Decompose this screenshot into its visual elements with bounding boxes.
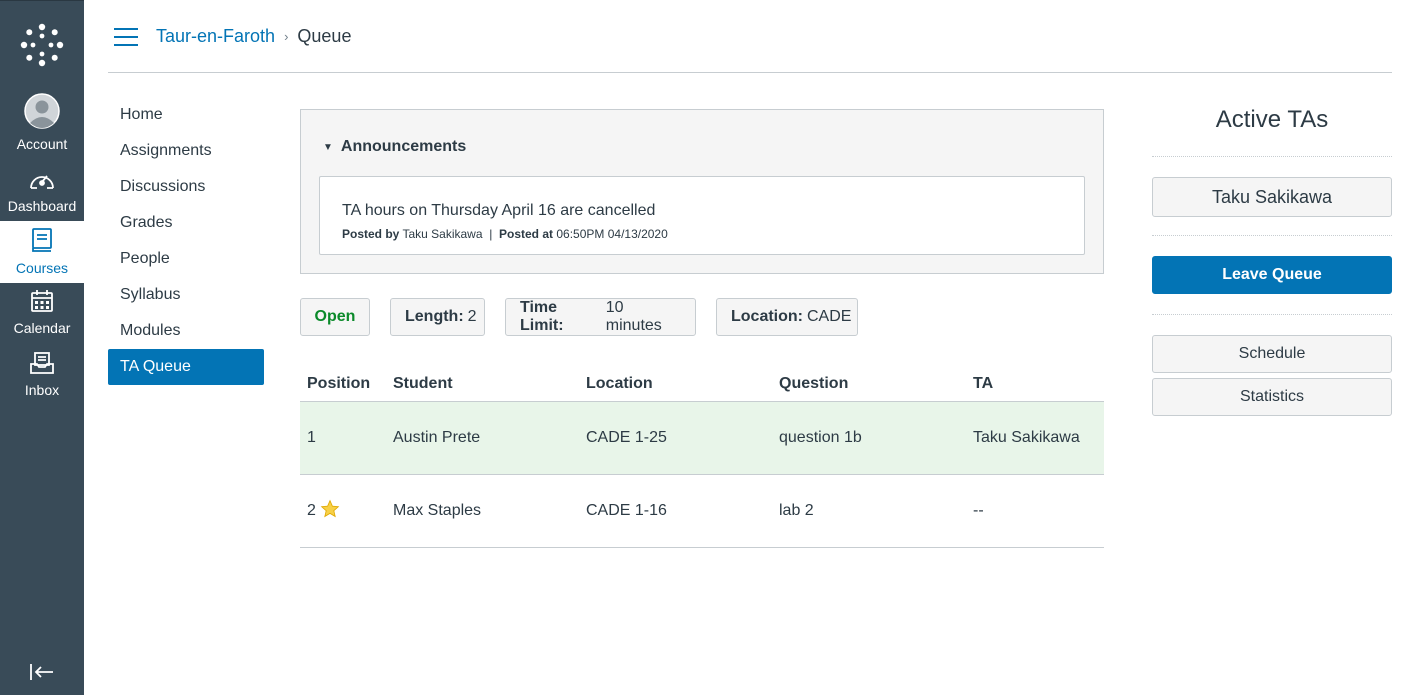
course-nav-home[interactable]: Home	[108, 97, 264, 133]
statistics-button[interactable]: Statistics	[1152, 378, 1392, 416]
active-tas-heading: Active TAs	[1215, 106, 1329, 133]
leave-queue-button[interactable]: Leave Queue	[1152, 256, 1392, 294]
breadcrumb: Taur-en-Faroth › Queue	[156, 26, 351, 47]
course-nav-people[interactable]: People	[108, 241, 264, 277]
global-nav-label: Calendar	[13, 320, 71, 336]
global-nav-inbox[interactable]: Inbox	[0, 351, 84, 413]
queue-status-text: Open	[314, 308, 356, 325]
announcement-meta: Posted by Taku Sakikawa | Posted at 06:5…	[342, 227, 668, 241]
location-badge: Location: CADE	[716, 298, 858, 336]
announcement-title: TA hours on Thursday April 16 are cancel…	[342, 202, 656, 219]
announcements-toggle[interactable]: ▼ Announcements	[323, 138, 466, 156]
global-nav-label: Inbox	[24, 382, 60, 398]
column-header-question: Question	[779, 375, 849, 392]
divider	[1152, 235, 1392, 236]
table-header: Position Student Location Question TA	[300, 366, 1104, 402]
row-location: CADE 1-16	[586, 502, 667, 519]
table-row[interactable]: 1 Austin Prete CADE 1-25 question 1b Tak…	[300, 402, 1104, 475]
row-student: Max Staples	[393, 502, 482, 519]
queue-status-badge: Open	[300, 298, 370, 336]
length-value: 2	[467, 308, 477, 325]
course-nav-modules[interactable]: Modules	[108, 313, 264, 349]
active-ta-item: Taku Sakikawa	[1152, 177, 1392, 217]
global-nav-account[interactable]: Account	[0, 93, 84, 155]
global-nav-courses[interactable]: Courses	[0, 221, 84, 283]
breadcrumb-separator-icon: ›	[284, 29, 289, 44]
row-position: 2	[307, 502, 316, 519]
row-ta: --	[973, 502, 984, 519]
row-ta: Taku Sakikawa	[973, 429, 1080, 446]
column-header-position: Position	[307, 375, 371, 392]
global-nav-label: Courses	[15, 260, 69, 276]
page-header: Taur-en-Faroth › Queue	[108, 0, 1392, 73]
course-nav-ta-queue[interactable]: TA Queue	[108, 349, 264, 385]
location-label: Location:	[731, 308, 803, 325]
global-nav: Account Dashboard Courses Calendar Inbox	[0, 0, 84, 695]
row-position: 1	[307, 429, 316, 446]
caret-down-icon: ▼	[323, 141, 333, 153]
divider	[1152, 314, 1392, 315]
breadcrumb-course-link[interactable]: Taur-en-Faroth	[156, 26, 275, 47]
column-header-ta: TA	[973, 375, 994, 392]
course-nav-grades[interactable]: Grades	[108, 205, 264, 241]
dashboard-icon	[28, 169, 56, 194]
queue-table: Position Student Location Question TA 1 …	[300, 366, 1104, 548]
collapse-nav-icon[interactable]	[0, 657, 84, 687]
course-nav: Home Assignments Discussions Grades Peop…	[108, 97, 264, 385]
global-nav-calendar[interactable]: Calendar	[0, 289, 84, 351]
global-nav-label: Dashboard	[7, 198, 77, 214]
announcement-card: TA hours on Thursday April 16 are cancel…	[319, 176, 1085, 255]
canvas-logo-icon[interactable]	[0, 1, 84, 89]
length-label: Length:	[405, 308, 464, 325]
breadcrumb-current: Queue	[297, 26, 352, 46]
posted-by-label: Posted by	[342, 227, 400, 241]
queue-length-badge: Length: 2	[390, 298, 485, 336]
announcements-heading: Announcements	[340, 138, 467, 155]
divider	[1152, 156, 1392, 157]
posted-at-value: 06:50PM 04/13/2020	[556, 227, 668, 241]
row-location: CADE 1-25	[586, 429, 667, 446]
course-nav-syllabus[interactable]: Syllabus	[108, 277, 264, 313]
posted-at-label: Posted at	[499, 227, 554, 241]
time-limit-value: 10 minutes	[605, 299, 662, 334]
row-question: question 1b	[779, 429, 862, 446]
account-avatar-icon	[24, 93, 60, 132]
time-limit-label: Time Limit:	[520, 299, 564, 334]
row-student: Austin Prete	[393, 429, 481, 446]
star-icon	[320, 499, 340, 524]
column-header-student: Student	[393, 375, 453, 392]
course-nav-assignments[interactable]: Assignments	[108, 133, 264, 169]
course-nav-discussions[interactable]: Discussions	[108, 169, 264, 205]
posted-by-value: Taku Sakikawa	[402, 227, 483, 241]
schedule-button[interactable]: Schedule	[1152, 335, 1392, 373]
calendar-icon	[30, 289, 54, 316]
global-nav-label: Account	[16, 136, 68, 152]
meta-divider: |	[489, 227, 493, 241]
row-question: lab 2	[779, 502, 814, 519]
courses-icon	[31, 227, 53, 256]
hamburger-menu-icon[interactable]	[114, 28, 138, 46]
announcements-panel: ▼ Announcements TA hours on Thursday Apr…	[300, 109, 1104, 274]
table-row[interactable]: 2 Max Staples CADE 1-16 lab 2 --	[300, 475, 1104, 548]
column-header-location: Location	[586, 375, 653, 392]
time-limit-badge: Time Limit: 10 minutes	[505, 298, 696, 336]
row-position-cell: 2	[307, 475, 340, 547]
location-value: CADE	[807, 308, 852, 325]
inbox-icon	[29, 351, 55, 378]
